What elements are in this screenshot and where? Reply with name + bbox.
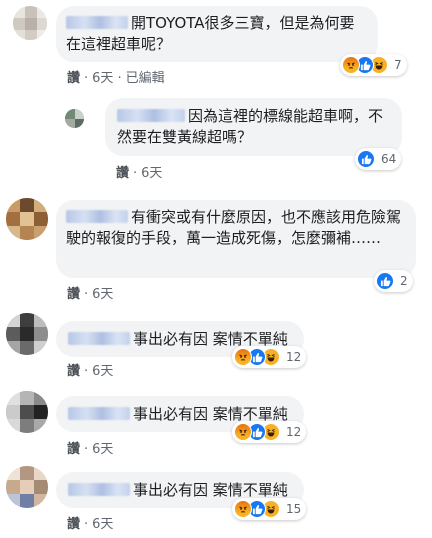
comment-bubble: 因為這裡的標線能超車啊，不然要在雙黃線超嗎？ <box>105 98 402 156</box>
author-name-blurred[interactable] <box>66 210 128 223</box>
comment-bubble: 開TOYOTA很多三寶，但是為何要在這裡超車呢？ <box>56 6 378 62</box>
comment-actions: 讚 · 6天 <box>67 287 114 302</box>
avatar[interactable] <box>6 313 48 355</box>
reaction-count: 2 <box>400 274 408 288</box>
comment-1: 開TOYOTA很多三寶，但是為何要在這裡超車呢？ 7 讚 · 6天 · 已編輯 <box>0 0 432 90</box>
comment-3: 有衝突或有什麼原因，也不應該用危險駕駛的報復的手段，萬一造成死傷，怎麼彌補…… … <box>0 190 432 305</box>
like-link[interactable]: 讚 <box>67 71 80 86</box>
reaction-summary[interactable]: 64 <box>355 148 402 170</box>
comment-text: 事出必有因 案情不單純 <box>133 481 288 499</box>
reaction-count: 12 <box>286 425 302 439</box>
comment-actions: 讚 · 6天 · 已編輯 <box>67 71 165 86</box>
avatar[interactable] <box>6 466 48 508</box>
comment-actions: 讚 · 6天 <box>67 364 114 379</box>
edited-label[interactable]: 已編輯 <box>126 71 165 86</box>
timestamp[interactable]: 6天 <box>92 287 113 302</box>
reaction-count: 64 <box>381 152 397 166</box>
comment-bubble: 有衝突或有什麼原因，也不應該用危險駕駛的報復的手段，萬一造成死傷，怎麼彌補…… <box>56 200 416 278</box>
avatar[interactable] <box>65 109 84 128</box>
timestamp[interactable]: 6天 <box>141 166 162 181</box>
reaction-count: 12 <box>286 350 302 364</box>
angry-icon <box>342 56 360 74</box>
reaction-summary[interactable]: 12 <box>232 421 307 443</box>
like-icon <box>357 150 375 168</box>
comment-6: 事出必有因 案情不單純 15 讚 · 6天 <box>0 462 432 538</box>
comment-actions: 讚 · 6天 <box>67 517 114 532</box>
angry-icon <box>234 500 252 518</box>
timestamp[interactable]: 6天 <box>92 71 113 86</box>
comment-5: 事出必有因 案情不單純 12 讚 · 6天 <box>0 386 432 462</box>
like-link[interactable]: 讚 <box>67 442 80 457</box>
author-name-blurred[interactable] <box>68 332 130 345</box>
author-name-blurred[interactable] <box>68 407 130 420</box>
comment-4: 事出必有因 案情不單純 12 讚 · 6天 <box>0 308 432 386</box>
like-icon <box>376 272 394 290</box>
reaction-summary[interactable]: 7 <box>340 54 407 76</box>
timestamp[interactable]: 6天 <box>92 517 113 532</box>
like-link[interactable]: 讚 <box>67 364 80 379</box>
reaction-summary[interactable]: 2 <box>374 270 413 292</box>
avatar[interactable] <box>6 391 48 433</box>
reaction-count: 7 <box>394 58 402 72</box>
like-link[interactable]: 讚 <box>116 166 129 181</box>
avatar[interactable] <box>6 198 48 240</box>
reaction-summary[interactable]: 12 <box>232 346 307 368</box>
comment-actions: 讚 · 6天 <box>67 442 114 457</box>
angry-icon <box>234 423 252 441</box>
angry-icon <box>234 348 252 366</box>
comment-2-reply: 因為這裡的標線能超車啊，不然要在雙黃線超嗎？ 64 讚 · 6天 <box>0 90 432 185</box>
like-link[interactable]: 讚 <box>67 287 80 302</box>
author-name-blurred[interactable] <box>68 483 130 496</box>
timestamp[interactable]: 6天 <box>92 364 113 379</box>
reaction-summary[interactable]: 15 <box>232 498 307 520</box>
author-name-blurred[interactable] <box>117 109 185 122</box>
avatar[interactable] <box>13 6 47 40</box>
author-name-blurred[interactable] <box>66 16 128 29</box>
timestamp[interactable]: 6天 <box>92 442 113 457</box>
comment-actions: 讚 · 6天 <box>116 166 163 181</box>
like-link[interactable]: 讚 <box>67 517 80 532</box>
reaction-count: 15 <box>286 502 302 516</box>
